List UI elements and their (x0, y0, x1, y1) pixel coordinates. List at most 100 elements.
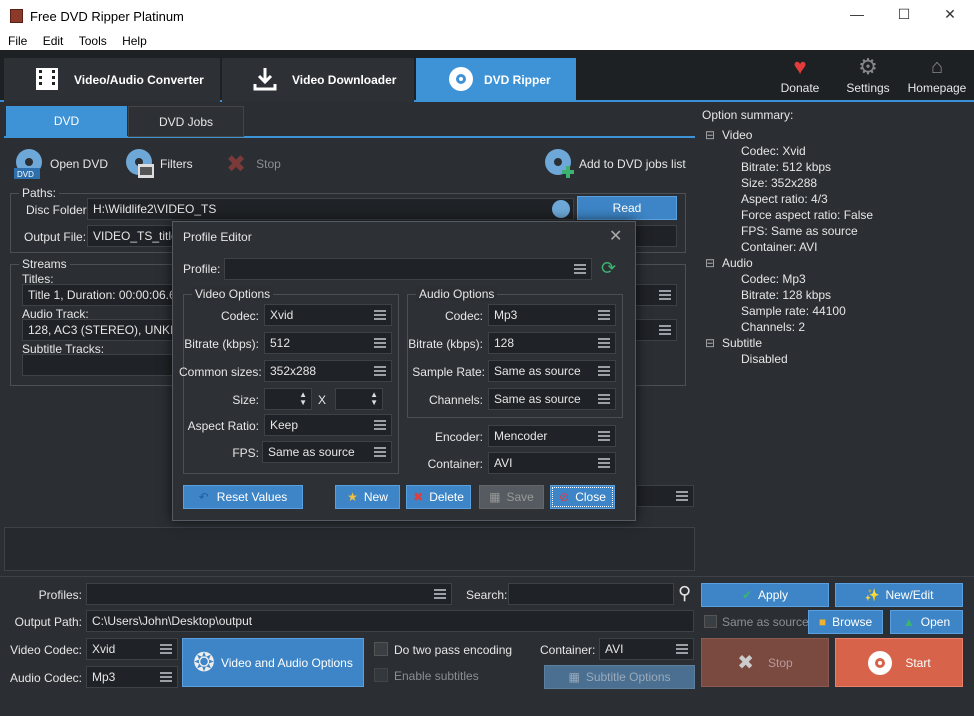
new-edit-button[interactable]: ✨ New/Edit (835, 583, 963, 607)
subtitle-tracks-list[interactable] (22, 354, 182, 376)
tree-audio[interactable]: Audio (722, 256, 753, 270)
fps-select[interactable]: Same as source (262, 441, 392, 463)
menu-help[interactable]: Help (122, 32, 147, 50)
profile-editor-dialog: Profile Editor ✕ Profile: ⟳ Video Option… (172, 221, 636, 521)
settings-button[interactable]: ⚙ Settings (842, 56, 894, 96)
tab-video-audio-converter[interactable]: Video/Audio Converter (4, 58, 220, 102)
collapse-icon[interactable]: ⊟ (705, 128, 715, 142)
video-codec-bottom-select[interactable]: Xvid (86, 638, 178, 660)
tab-dvd-jobs[interactable]: DVD Jobs (128, 106, 244, 137)
hidden-select[interactable] (636, 485, 694, 507)
donate-button[interactable]: ♥ Donate (776, 56, 824, 96)
search-icon[interactable]: ⚲ (678, 583, 691, 604)
video-codec-select[interactable]: Xvid (264, 304, 392, 326)
video-audio-options-button[interactable]: ❂ Video and Audio Options (182, 638, 364, 687)
menu-file[interactable]: File (8, 32, 27, 50)
container-label: Container: (427, 457, 483, 471)
common-sizes-label: Common sizes: (179, 365, 262, 379)
apply-button[interactable]: ✔ Apply (701, 583, 829, 607)
disc-folder-input[interactable]: H:\Wildlife2\VIDEO_TS (87, 198, 574, 220)
audio-codec-select[interactable]: Mp3 (488, 304, 616, 326)
tree-item: Aspect ratio: 4/3 (741, 192, 828, 206)
common-sizes-value: 352x288 (270, 364, 317, 378)
disc-folder-label: Disc Folder: (26, 203, 91, 217)
encoder-value: Mencoder (494, 429, 548, 443)
aspect-ratio-select[interactable]: Keep (264, 414, 392, 436)
tab-video-downloader[interactable]: Video Downloader (222, 58, 414, 102)
maximize-button[interactable]: ☐ (889, 6, 919, 26)
height-spinner[interactable]: ▲ ▼ (335, 388, 383, 410)
sample-rate-select[interactable]: Same as source (488, 360, 616, 382)
video-bitrate-select[interactable]: 512 (264, 332, 392, 354)
stop-encode-button[interactable]: ✖ Stop (701, 638, 829, 687)
search-input[interactable] (508, 583, 674, 605)
add-to-jobs-button[interactable]: Add to DVD jobs list (542, 148, 692, 180)
fps-value: Same as source (268, 445, 355, 459)
refresh-icon[interactable]: ⟳ (601, 258, 616, 279)
encoder-select[interactable]: Mencoder (488, 425, 616, 447)
apply-label: Apply (758, 588, 789, 602)
stop-button[interactable]: ✖ Stop (226, 148, 296, 180)
tree-item: Channels: 2 (741, 320, 806, 334)
disc-icon (448, 66, 474, 95)
menu-icon (574, 264, 586, 274)
browse-button[interactable]: ■ Browse (808, 610, 883, 634)
check-icon: ✔ (741, 588, 753, 602)
open-dvd-button[interactable]: DVD Open DVD (12, 148, 108, 180)
minimize-button[interactable]: — (842, 6, 872, 26)
profiles-select[interactable] (86, 583, 452, 605)
delete-icon: ✖ (413, 490, 424, 504)
collapse-icon[interactable]: ⊟ (705, 336, 715, 350)
tree-item: FPS: Same as source (741, 224, 858, 238)
channels-select[interactable]: Same as source (488, 388, 616, 410)
open-button[interactable]: ▲ Open (890, 610, 963, 634)
homepage-button[interactable]: ⌂ Homepage (904, 56, 970, 95)
same-as-source-checkbox[interactable] (704, 615, 717, 628)
width-spinner[interactable]: ▲ ▼ (264, 388, 312, 410)
open-label: Open (920, 615, 951, 629)
tree-item: Force aspect ratio: False (741, 208, 874, 222)
stop-label: Stop (256, 157, 281, 171)
streams-group-title: Streams (19, 257, 70, 271)
home-icon: ⌂ (930, 56, 944, 78)
film-reel-icon: ❂ (193, 647, 215, 677)
audio-bitrate-select[interactable]: 128 (488, 332, 616, 354)
new-button[interactable]: ★ New (335, 485, 400, 509)
tab-label: Video Downloader (292, 73, 397, 87)
browse-disc-icon[interactable] (552, 200, 570, 218)
reset-values-button[interactable]: ↶ Reset Values (183, 485, 303, 509)
save-button[interactable]: ▦ Save (479, 485, 544, 509)
close-window-button[interactable]: ✕ (935, 6, 965, 26)
common-sizes-select[interactable]: 352x288 (264, 360, 392, 382)
tree-video[interactable]: Video (722, 128, 752, 142)
tab-dvd-ripper[interactable]: DVD Ripper (416, 58, 576, 102)
tree-item: Size: 352x288 (741, 176, 818, 190)
menu-edit[interactable]: Edit (43, 32, 64, 50)
read-button[interactable]: Read (577, 196, 677, 220)
delete-button[interactable]: ✖ Delete (406, 485, 471, 509)
filters-button[interactable]: Filters (122, 148, 202, 180)
container-value: AVI (494, 456, 513, 470)
two-pass-checkbox[interactable] (374, 642, 388, 656)
container-select[interactable]: AVI (488, 452, 616, 474)
film-icon (34, 66, 60, 95)
option-summary-title: Option summary: (702, 108, 794, 122)
add-disc-icon (545, 149, 574, 178)
close-button[interactable]: ⊘ Close (550, 485, 615, 509)
audio-codec-bottom-select[interactable]: Mp3 (86, 666, 178, 688)
video-codec-value: Xvid (270, 308, 294, 322)
spinner-arrows-icon[interactable]: ▲ ▼ (370, 391, 378, 407)
spinner-arrows-icon[interactable]: ▲ ▼ (299, 391, 307, 407)
enable-subtitles-checkbox[interactable] (374, 668, 388, 682)
container-bottom-select[interactable]: AVI (599, 638, 694, 660)
profile-select[interactable] (224, 258, 592, 280)
save-label: Save (506, 490, 534, 504)
output-path-input[interactable]: C:\Users\John\Desktop\output (86, 610, 694, 632)
tab-dvd[interactable]: DVD (6, 106, 127, 137)
close-icon[interactable]: ✕ (609, 226, 622, 246)
tree-subtitle[interactable]: Subtitle (722, 336, 762, 350)
start-button[interactable]: Start (835, 638, 963, 687)
menu-tools[interactable]: Tools (79, 32, 107, 50)
collapse-icon[interactable]: ⊟ (705, 256, 715, 270)
subtitle-options-button[interactable]: ▦ Subtitle Options (544, 665, 695, 689)
